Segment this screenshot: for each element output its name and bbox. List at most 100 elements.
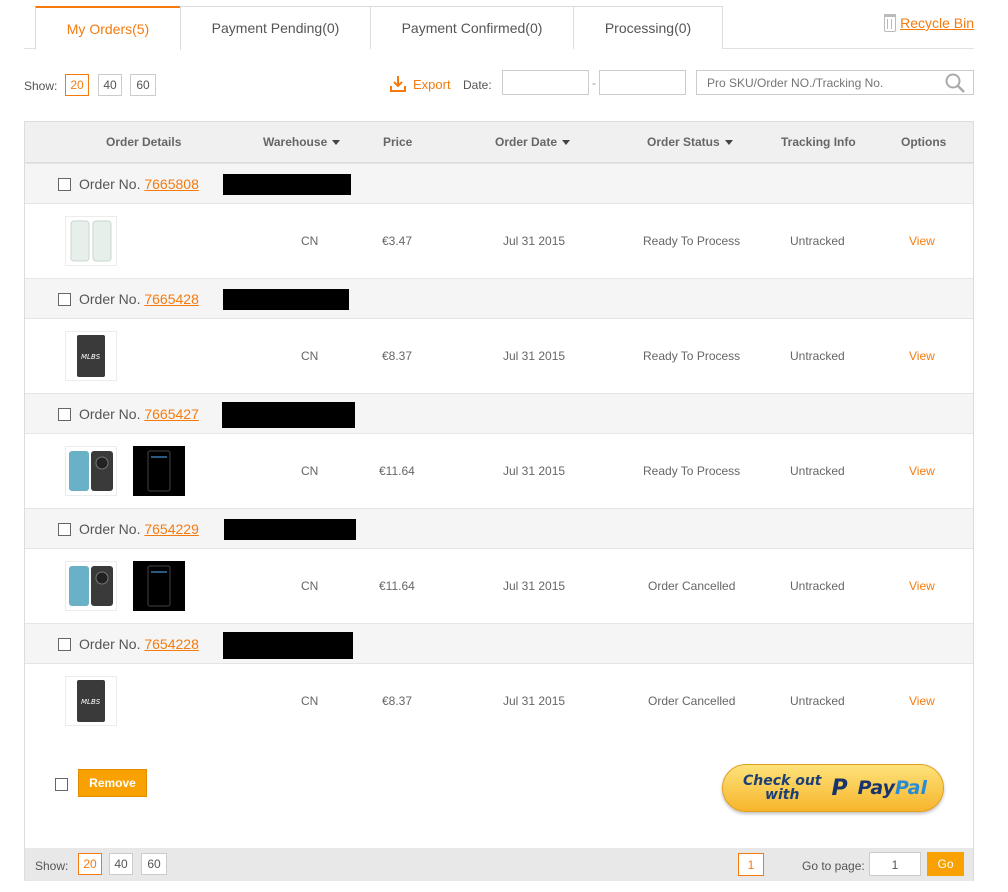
order-number-link[interactable]: 7654229	[144, 521, 199, 537]
order-status-cell: Order Cancelled	[648, 694, 736, 708]
pagination-bar: Show: 20 40 60 1 Go to page: 1 Go	[25, 848, 973, 881]
sort-caret-icon	[724, 139, 733, 145]
warehouse-cell: CN	[301, 234, 319, 248]
search-icon[interactable]	[944, 72, 966, 94]
tab-payment-pending[interactable]: Payment Pending(0)	[180, 6, 371, 49]
bulk-actions: Remove Check out with P PayPal	[25, 738, 973, 848]
order-item-row: CN €11.64 Jul 31 2015 Ready To Process U…	[25, 434, 973, 508]
order-number-link[interactable]: 7665428	[144, 291, 199, 307]
header-options: Options	[901, 135, 947, 149]
goto-page-label: Go to page:	[802, 859, 865, 873]
tracking-cell: Untracked	[790, 579, 845, 593]
order-checkbox[interactable]	[58, 178, 71, 191]
order-number-link[interactable]: 7665427	[144, 406, 199, 422]
order-number: Order No. 7654229	[79, 521, 199, 537]
paypal-checkout-button[interactable]: Check out with P PayPal	[722, 764, 944, 812]
order-date-cell: Jul 31 2015	[503, 694, 566, 708]
order-item-row: CN €3.47 Jul 31 2015 Ready To Process Un…	[25, 204, 973, 278]
header-order-date[interactable]: Order Date	[495, 135, 571, 149]
orders-table: Order Details Warehouse Price Order Date…	[24, 121, 974, 881]
page-size-60[interactable]: 60	[130, 74, 156, 96]
order-header-row: Order No. 7654229	[25, 508, 973, 549]
order-number: Order No. 7665428	[79, 291, 199, 307]
download-icon	[390, 76, 406, 92]
order-number-link[interactable]: 7665808	[144, 176, 199, 192]
view-link[interactable]: View	[909, 234, 935, 248]
screen-protector-image	[147, 565, 171, 607]
product-thumbnail[interactable]	[65, 561, 117, 611]
paypal-checkout-text: Check out with	[743, 773, 822, 803]
order-tabs: My Orders(5) Payment Pending(0) Payment …	[24, 6, 974, 50]
order-status-cell: Ready To Process	[643, 464, 741, 478]
select-all-checkbox[interactable]	[55, 778, 68, 791]
order-date-cell: Jul 31 2015	[503, 464, 566, 478]
page-1-button[interactable]: 1	[738, 853, 764, 876]
order-item-row: MLBS CN €8.37 Jul 31 2015 Order Cancelle…	[25, 664, 973, 738]
order-status-cell: Ready To Process	[643, 349, 741, 363]
date-from-input[interactable]	[502, 70, 589, 95]
order-checkbox[interactable]	[58, 293, 71, 306]
header-order-status[interactable]: Order Status	[647, 135, 733, 149]
price-cell: €11.64	[379, 464, 415, 478]
header-tracking-info: Tracking Info	[781, 135, 856, 149]
search-input[interactable]	[696, 70, 974, 95]
order-item-row: MLBS CN €8.37 Jul 31 2015 Ready To Proce…	[25, 319, 973, 393]
recycle-bin-link[interactable]: Recycle Bin	[884, 14, 974, 32]
product-thumbnail[interactable]: MLBS	[65, 331, 117, 381]
order-checkbox[interactable]	[58, 523, 71, 536]
order-status-cell: Order Cancelled	[648, 579, 736, 593]
price-cell: €11.64	[379, 579, 415, 593]
sort-caret-icon	[562, 139, 571, 145]
remove-button[interactable]: Remove	[78, 769, 147, 797]
recycle-bin-label: Recycle Bin	[900, 15, 974, 31]
svg-text:MLBS: MLBS	[81, 353, 101, 361]
view-link[interactable]: View	[909, 349, 935, 363]
page-size-20[interactable]: 20	[78, 853, 102, 875]
export-label: Export	[413, 76, 451, 92]
svg-text:MLBS: MLBS	[81, 698, 101, 706]
order-checkbox[interactable]	[58, 638, 71, 651]
view-link[interactable]: View	[909, 464, 935, 478]
header-warehouse[interactable]: Warehouse	[263, 135, 341, 149]
price-cell: €3.47	[382, 234, 413, 248]
paypal-wordmark: PayPal	[857, 777, 928, 799]
header-order-details: Order Details	[106, 135, 182, 149]
order-number-link[interactable]: 7654228	[144, 636, 199, 652]
show-label: Show:	[24, 79, 58, 93]
page-size-20[interactable]: 20	[65, 74, 89, 96]
order-number: Order No. 7665427	[79, 406, 199, 422]
tab-my-orders[interactable]: My Orders(5)	[35, 6, 181, 50]
product-thumbnail[interactable]	[65, 446, 117, 496]
export-button[interactable]: Export	[389, 75, 451, 93]
tracking-cell: Untracked	[790, 349, 845, 363]
order-date-cell: Jul 31 2015	[503, 579, 566, 593]
tab-payment-confirmed[interactable]: Payment Confirmed(0)	[370, 6, 574, 49]
page-size-60[interactable]: 60	[141, 853, 167, 875]
flip-case-image	[69, 566, 113, 606]
goto-page-input[interactable]: 1	[869, 852, 921, 876]
warehouse-cell: CN	[301, 349, 319, 363]
flip-case-image	[69, 451, 113, 491]
tab-processing[interactable]: Processing(0)	[573, 6, 723, 49]
order-checkbox[interactable]	[58, 408, 71, 421]
go-button[interactable]: Go	[927, 852, 964, 876]
page-size-40[interactable]: 40	[109, 853, 133, 875]
view-link[interactable]: View	[909, 694, 935, 708]
redacted-block	[222, 402, 355, 428]
product-thumbnail[interactable]	[133, 561, 185, 611]
order-header-row: Order No. 7665428	[25, 278, 973, 319]
order-number: Order No. 7654228	[79, 636, 199, 652]
dark-case-image: MLBS	[77, 335, 105, 377]
view-link[interactable]: View	[909, 579, 935, 593]
screen-protector-image	[147, 450, 171, 492]
product-thumbnail[interactable]	[65, 216, 117, 266]
sort-caret-icon	[332, 139, 341, 145]
page-size-40[interactable]: 40	[98, 74, 122, 96]
order-date-cell: Jul 31 2015	[503, 349, 566, 363]
order-header-row: Order No. 7665808	[25, 163, 973, 204]
tracking-cell: Untracked	[790, 694, 845, 708]
product-thumbnail[interactable]	[133, 446, 185, 496]
product-thumbnail[interactable]: MLBS	[65, 676, 117, 726]
date-to-input[interactable]	[599, 70, 686, 95]
paypal-logo-icon: P	[831, 775, 848, 801]
